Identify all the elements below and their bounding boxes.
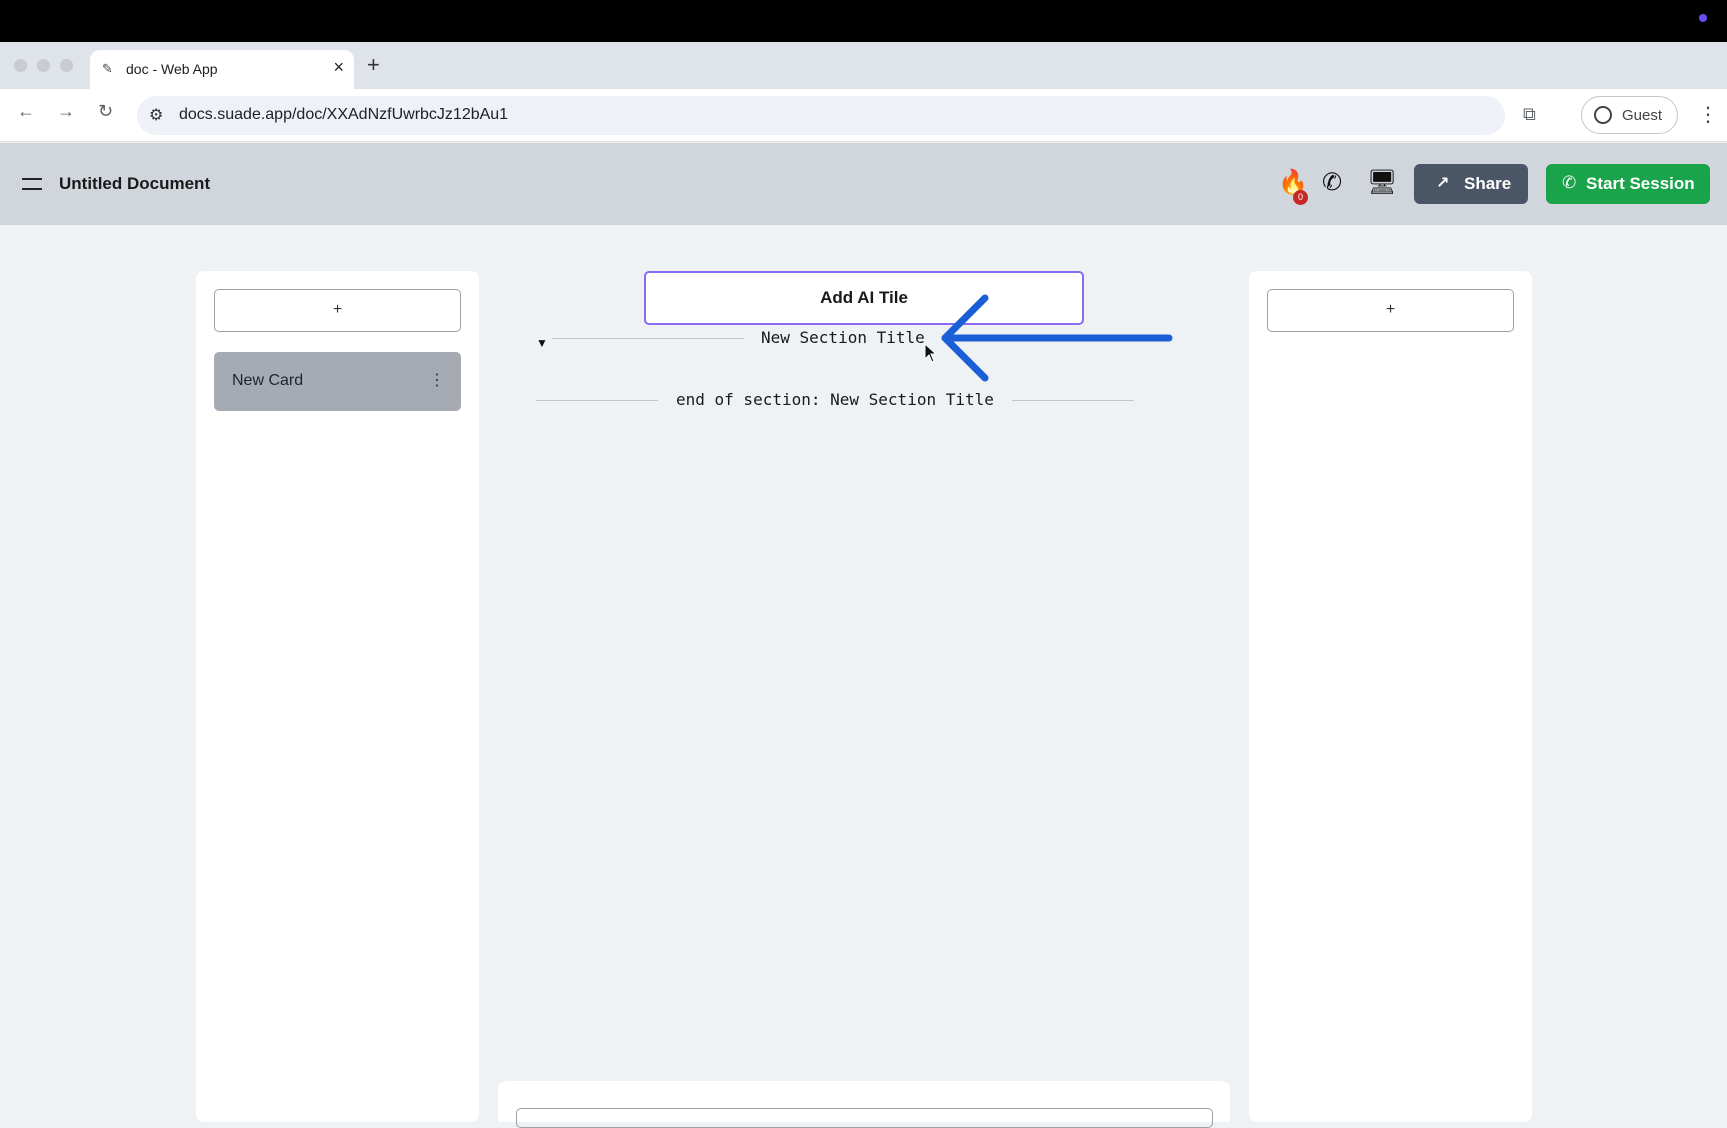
section-title[interactable]: New Section Title [761, 328, 925, 347]
section-end-divider-right [1012, 400, 1134, 401]
add-card-button[interactable]: + [214, 289, 461, 332]
system-top-bar [0, 0, 1727, 42]
card-menu-icon[interactable]: ⋮ [429, 370, 445, 390]
tab-title: doc - Web App [126, 61, 218, 77]
page-title[interactable]: Untitled Document [59, 174, 210, 194]
phone-icon: ✆ [1562, 173, 1577, 192]
forward-icon[interactable]: → [57, 101, 75, 122]
mouse-cursor-icon [924, 343, 938, 363]
window-minimize-button[interactable] [37, 59, 50, 72]
bottom-composer [498, 1081, 1230, 1128]
start-session-button[interactable]: ✆ Start Session [1546, 164, 1710, 204]
card-label: New Card [232, 372, 304, 389]
window-close-button[interactable] [14, 59, 27, 72]
search-tabs-icon[interactable]: ⧉ [1523, 104, 1536, 125]
monitor-icon[interactable]: 🖥 [1367, 168, 1397, 197]
annotation-arrow-icon [941, 294, 1173, 382]
share-label: Share [1464, 174, 1512, 193]
browser-tab[interactable]: ✎ doc - Web App × [90, 50, 354, 89]
profile-button[interactable]: Guest [1581, 96, 1678, 134]
share-icon: ↗ [1436, 175, 1450, 192]
right-panel: + [1249, 271, 1532, 1122]
notification-badge: 0 [1293, 190, 1308, 205]
phone-icon[interactable]: ✆ [1322, 168, 1342, 197]
list-item[interactable]: New Card ⋮ [214, 352, 461, 411]
section-end-divider-left [536, 400, 658, 401]
profile-icon [1594, 106, 1612, 124]
reload-icon[interactable]: ↻ [98, 101, 113, 122]
add-right-button[interactable]: + [1267, 289, 1514, 332]
url-field[interactable]: ⚙ docs.suade.app/doc/XXAdNzfUwrbcJz12bAu… [137, 96, 1505, 135]
collapse-caret-icon[interactable]: ▼ [536, 336, 548, 350]
url-text: docs.suade.app/doc/XXAdNzfUwrbcJz12bAu1 [179, 106, 509, 123]
composer-input[interactable] [516, 1108, 1213, 1128]
share-button[interactable]: ↗ Share [1414, 164, 1528, 204]
hamburger-icon[interactable] [22, 178, 42, 190]
profile-label: Guest [1622, 107, 1663, 124]
section-divider [552, 338, 744, 339]
back-icon[interactable]: ← [17, 101, 35, 122]
pen-icon: ✎ [102, 61, 113, 76]
new-tab-icon[interactable]: + [367, 52, 380, 78]
window-maximize-button[interactable] [60, 59, 73, 72]
start-session-label: Start Session [1586, 174, 1695, 193]
tab-close-icon[interactable]: × [333, 58, 344, 76]
browser-menu-icon[interactable]: ⋮ [1698, 102, 1718, 127]
left-panel: + New Card ⋮ [196, 271, 479, 1122]
section-end-label: end of section: New Section Title [676, 390, 994, 409]
status-dot [1699, 14, 1707, 22]
site-info-icon[interactable]: ⚙ [149, 105, 163, 125]
